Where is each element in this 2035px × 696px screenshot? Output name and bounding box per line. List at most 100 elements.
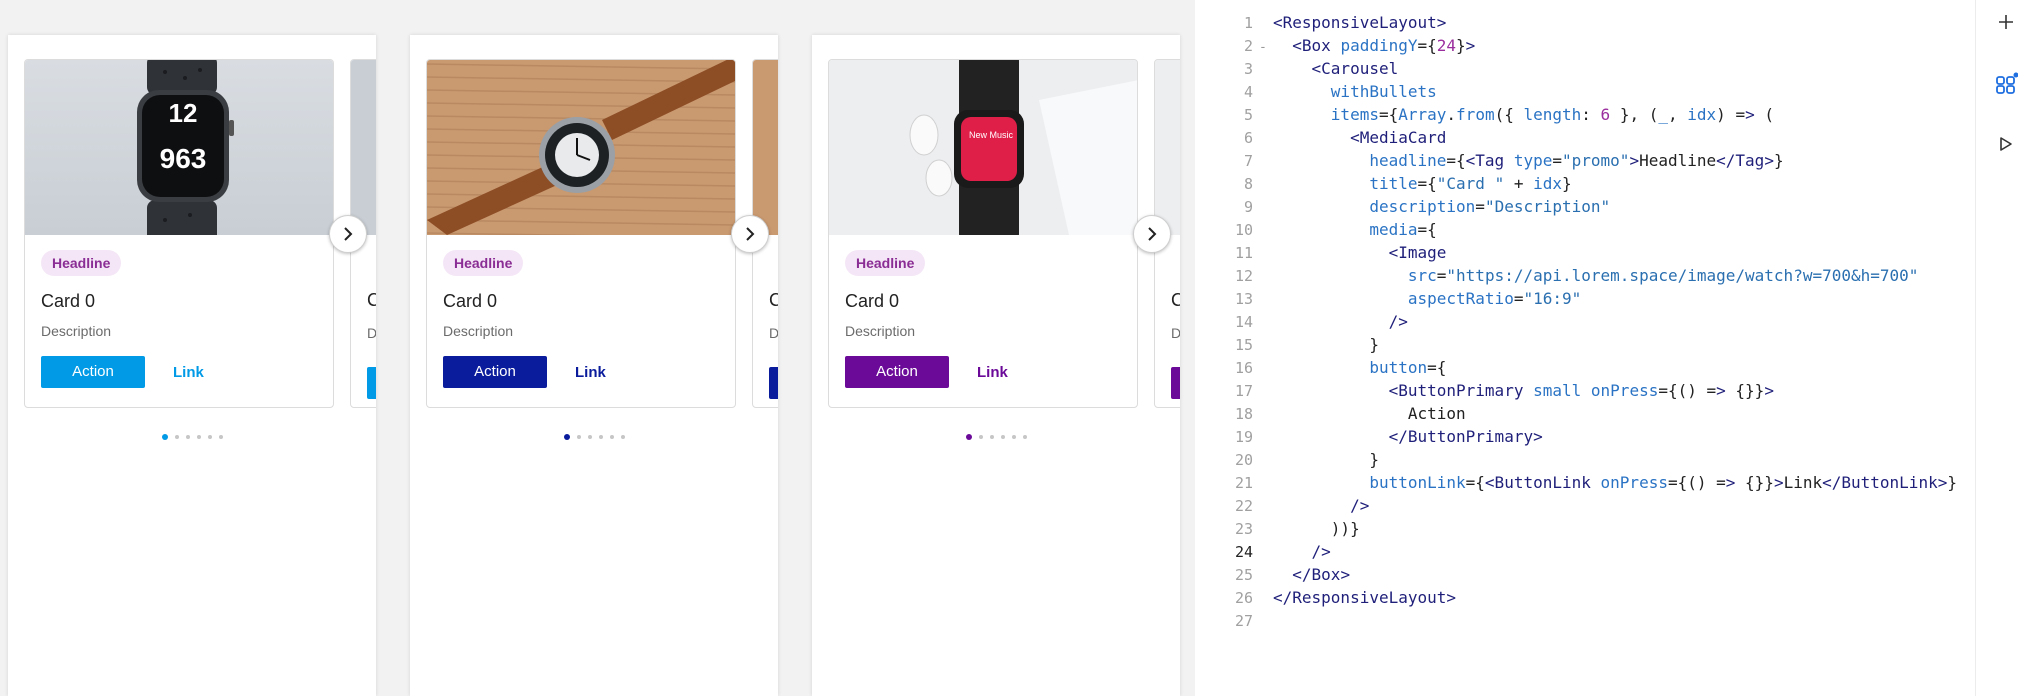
carousel-bullet[interactable] <box>1011 435 1016 439</box>
code-editor[interactable]: 1 <ResponsiveLayout> 2- <Box paddingY={24}… <box>1195 0 1975 696</box>
preview-frame: New Music Headline Card 0 Description Action… <box>812 35 1180 696</box>
svg-text:12: 12 <box>169 98 198 128</box>
preview-frame: 12 963 Headline Card 0 Description Action Link… <box>8 35 376 696</box>
play-icon[interactable] <box>1994 132 2018 156</box>
peek-card-title: C <box>1171 290 1180 311</box>
code-line[interactable]: 9 description="Description" <box>1195 195 1957 218</box>
line-number: 3 <box>1243 60 1253 78</box>
code-line[interactable]: 21 buttonLink={<ButtonLink onPress={() =… <box>1195 471 1957 494</box>
code-line[interactable]: 24 /> <box>1195 540 1957 563</box>
code-line[interactable]: 19 </ButtonPrimary> <box>1195 425 1957 448</box>
code-line[interactable]: 10 media={ <box>1195 218 1957 241</box>
carousel-next-button[interactable] <box>329 215 367 253</box>
card-image: 12 963 <box>25 60 333 235</box>
action-button[interactable]: Action <box>41 356 145 388</box>
link-button[interactable]: Link <box>575 364 606 381</box>
code-line[interactable]: 8 title={"Card " + idx} <box>1195 172 1957 195</box>
code-line[interactable]: 11 <Image <box>1195 241 1957 264</box>
code-line[interactable]: 27 <box>1195 609 1957 632</box>
carousel-bullet[interactable] <box>185 435 190 439</box>
peek-action-button <box>367 367 376 399</box>
carousel-bullet[interactable] <box>965 434 972 440</box>
svg-text:New Music: New Music <box>969 130 1014 140</box>
peek-card-description: D <box>769 325 778 341</box>
line-text: } <box>1273 335 1379 354</box>
code-line[interactable]: 1 <ResponsiveLayout> <box>1195 11 1957 34</box>
peek-card-image <box>1155 60 1180 235</box>
line-number: 12 <box>1234 267 1253 285</box>
fold-marker[interactable]: - <box>1259 36 1273 59</box>
preview-area: 12 963 Headline Card 0 Description Action Link… <box>0 0 1195 696</box>
code-line[interactable]: 26 </ResponsiveLayout> <box>1195 586 1957 609</box>
peek-card-image <box>351 60 376 235</box>
plus-icon[interactable] <box>1994 10 2018 34</box>
line-number: 9 <box>1243 198 1253 216</box>
line-text: aspectRatio="16:9" <box>1407 289 1582 308</box>
line-text: /> <box>1311 542 1331 561</box>
chevron-right-icon <box>1148 227 1157 241</box>
carousel-bullet[interactable] <box>598 435 603 439</box>
code-lines[interactable]: 1 <ResponsiveLayout> 2- <Box paddingY={24}… <box>1195 11 1957 632</box>
link-button[interactable]: Link <box>977 364 1008 381</box>
notification-dot <box>2013 72 2018 78</box>
card-actions: Action Link <box>845 356 1121 388</box>
headline-tag: Headline <box>443 250 524 276</box>
code-line[interactable]: 22 /> <box>1195 494 1957 517</box>
code-line[interactable]: 20 } <box>1195 448 1957 471</box>
card-body: Headline Card 0 Description Action Link <box>41 250 317 388</box>
code-line[interactable]: 4 withBullets <box>1195 80 1957 103</box>
code-line[interactable]: 18 Action <box>1195 402 1957 425</box>
code-line[interactable]: 3 <Carousel <box>1195 57 1957 80</box>
line-number: 26 <box>1234 589 1253 607</box>
media-card[interactable]: New Music Headline Card 0 Description Action… <box>828 59 1138 408</box>
code-line[interactable]: 17 <ButtonPrimary small onPress={() => {… <box>1195 379 1957 402</box>
card-title: Card 0 <box>41 291 96 311</box>
headline-tag: Headline <box>845 250 926 276</box>
code-line[interactable]: 13 aspectRatio="16:9" <box>1195 287 1957 310</box>
code-line[interactable]: 12 src="https://api.lorem.space/image/wa… <box>1195 264 1957 287</box>
carousel-bullet[interactable] <box>563 434 570 440</box>
carousel-bullet[interactable] <box>207 435 212 439</box>
carousel-bullet[interactable] <box>174 435 179 439</box>
carousel-bullet[interactable] <box>218 435 223 439</box>
code-line[interactable]: 16 button={ <box>1195 356 1957 379</box>
card-actions: Action Link <box>443 356 719 388</box>
action-button[interactable]: Action <box>443 356 547 388</box>
peek-card-title: C <box>769 290 778 311</box>
code-line[interactable]: 25 </Box> <box>1195 563 1957 586</box>
code-line[interactable]: 5 items={Array.from({ length: 6 }, (_, i… <box>1195 103 1957 126</box>
card-image: New Music <box>829 60 1137 235</box>
code-line[interactable]: 2- <Box paddingY={24}> <box>1195 34 1957 57</box>
carousel-bullet[interactable] <box>978 435 983 439</box>
card-description: Description <box>845 323 916 339</box>
media-card[interactable]: Headline Card 0 Description Action Link <box>426 59 736 408</box>
carousel-bullet[interactable] <box>161 434 168 440</box>
line-number: 14 <box>1234 313 1253 331</box>
code-line[interactable]: 14 /> <box>1195 310 1957 333</box>
code-line[interactable]: 7 headline={<Tag type="promo">Headline</… <box>1195 149 1957 172</box>
line-number: 7 <box>1243 152 1253 170</box>
carousel-bullet[interactable] <box>620 435 625 439</box>
line-text: ))} <box>1273 519 1360 538</box>
carousel-bullet[interactable] <box>989 435 994 439</box>
action-button[interactable]: Action <box>845 356 949 388</box>
line-text: headline={<Tag type="promo">Headline</Ta… <box>1369 151 1784 170</box>
line-text: </Box> <box>1292 565 1351 584</box>
link-button[interactable]: Link <box>173 364 204 381</box>
headline-tag: Headline <box>41 250 122 276</box>
carousel-bullet[interactable] <box>1022 435 1027 439</box>
components-icon[interactable] <box>1994 72 2018 96</box>
carousel-bullet[interactable] <box>196 435 201 439</box>
carousel-bullet[interactable] <box>1000 435 1005 439</box>
carousel-bullets <box>812 434 1180 440</box>
line-number: 25 <box>1234 566 1253 584</box>
code-line[interactable]: 23 ))} <box>1195 517 1957 540</box>
code-line[interactable]: 15 } <box>1195 333 1957 356</box>
carousel-next-button[interactable] <box>731 215 769 253</box>
carousel-bullet[interactable] <box>576 435 581 439</box>
media-card[interactable]: 12 963 Headline Card 0 Description Action Link <box>24 59 334 408</box>
carousel-bullet[interactable] <box>587 435 592 439</box>
code-line[interactable]: 6 <MediaCard <box>1195 126 1957 149</box>
carousel-next-button[interactable] <box>1133 215 1171 253</box>
carousel-bullet[interactable] <box>609 435 614 439</box>
